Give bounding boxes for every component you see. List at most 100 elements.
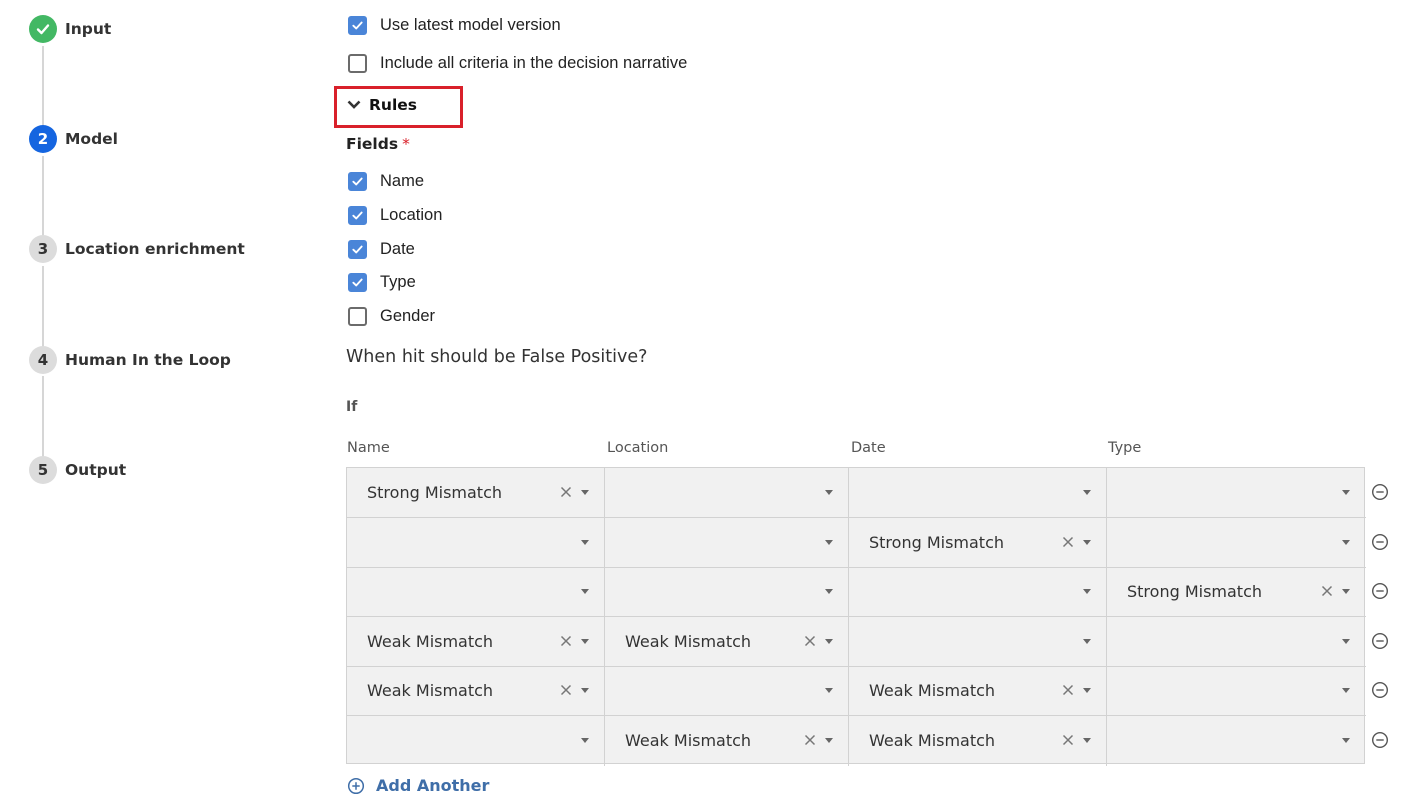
select-location[interactable]: Weak Mismatch bbox=[605, 716, 849, 766]
model-settings-panel: Use latest model version Include all cri… bbox=[334, 0, 1412, 806]
caret-down-icon[interactable] bbox=[1083, 589, 1091, 594]
field-name-option[interactable]: Name bbox=[348, 169, 424, 193]
caret-down-icon[interactable] bbox=[825, 639, 833, 644]
rule-conditions-table: Strong Mismatch Strong Mismatch Strong Mis… bbox=[346, 467, 1366, 766]
caret-down-icon[interactable] bbox=[825, 688, 833, 693]
field-gender-option[interactable]: Gender bbox=[348, 304, 435, 328]
checkbox-checked-icon[interactable] bbox=[348, 239, 367, 259]
select-name[interactable] bbox=[347, 567, 605, 617]
column-header-date: Date bbox=[851, 440, 886, 456]
step-human-in-the-loop[interactable]: 4 Human In the Loop bbox=[29, 345, 231, 375]
clear-icon[interactable] bbox=[1061, 683, 1075, 697]
caret-down-icon[interactable] bbox=[825, 490, 833, 495]
caret-down-icon[interactable] bbox=[825, 589, 833, 594]
select-date[interactable] bbox=[849, 468, 1107, 518]
checkbox-checked-icon[interactable] bbox=[348, 205, 367, 225]
step-number: 4 bbox=[29, 346, 57, 374]
caret-down-icon[interactable] bbox=[581, 639, 589, 644]
clear-icon[interactable] bbox=[559, 683, 573, 697]
remove-row-icon[interactable] bbox=[1371, 582, 1389, 600]
select-location[interactable] bbox=[605, 666, 849, 716]
caret-down-icon[interactable] bbox=[1083, 540, 1091, 545]
select-type[interactable] bbox=[1107, 666, 1366, 716]
select-name[interactable]: Strong Mismatch bbox=[347, 468, 605, 518]
option-label: Include all criteria in the decision nar… bbox=[380, 53, 688, 72]
caret-down-icon[interactable] bbox=[581, 688, 589, 693]
caret-down-icon[interactable] bbox=[1083, 639, 1091, 644]
checkbox-checked-icon[interactable] bbox=[348, 272, 367, 292]
select-name[interactable]: Weak Mismatch bbox=[347, 617, 605, 667]
step-location-enrichment[interactable]: 3 Location enrichment bbox=[29, 234, 245, 264]
clear-icon[interactable] bbox=[1320, 584, 1334, 598]
remove-row-icon[interactable] bbox=[1371, 533, 1389, 551]
select-date[interactable] bbox=[849, 617, 1107, 667]
caret-down-icon[interactable] bbox=[1342, 540, 1350, 545]
field-location-option[interactable]: Location bbox=[348, 203, 442, 227]
clear-icon[interactable] bbox=[559, 485, 573, 499]
caret-down-icon[interactable] bbox=[1083, 490, 1091, 495]
select-value: Weak Mismatch bbox=[367, 632, 494, 651]
chevron-down-icon bbox=[347, 100, 361, 109]
checkbox-checked-icon[interactable] bbox=[348, 171, 367, 191]
select-type[interactable] bbox=[1107, 716, 1366, 766]
field-label: Gender bbox=[380, 306, 436, 325]
caret-down-icon[interactable] bbox=[1083, 688, 1091, 693]
clear-icon[interactable] bbox=[559, 634, 573, 648]
field-label: Name bbox=[380, 171, 425, 190]
caret-down-icon[interactable] bbox=[581, 540, 589, 545]
step-input[interactable]: Input bbox=[29, 14, 111, 44]
select-name[interactable] bbox=[347, 518, 605, 568]
field-label: Location bbox=[380, 205, 443, 224]
caret-down-icon[interactable] bbox=[1342, 688, 1350, 693]
rule-question: When hit should be False Positive? bbox=[346, 347, 648, 367]
remove-row-icon[interactable] bbox=[1371, 632, 1389, 650]
add-another-button[interactable]: Add Another bbox=[347, 776, 489, 795]
select-date[interactable]: Strong Mismatch bbox=[849, 518, 1107, 568]
field-date-option[interactable]: Date bbox=[348, 237, 415, 261]
caret-down-icon[interactable] bbox=[1342, 639, 1350, 644]
checkbox-unchecked-icon[interactable] bbox=[348, 53, 367, 73]
select-type[interactable]: Strong Mismatch bbox=[1107, 567, 1366, 617]
remove-row-icon[interactable] bbox=[1371, 483, 1389, 501]
step-number: 2 bbox=[29, 125, 57, 153]
step-model[interactable]: 2 Model bbox=[29, 124, 118, 154]
checkbox-checked-icon[interactable] bbox=[348, 15, 367, 35]
clear-icon[interactable] bbox=[803, 634, 817, 648]
remove-row-icon[interactable] bbox=[1371, 731, 1389, 749]
rules-section-toggle[interactable]: Rules bbox=[346, 96, 417, 114]
use-latest-model-option[interactable]: Use latest model version bbox=[348, 13, 561, 37]
select-date[interactable] bbox=[849, 567, 1107, 617]
include-all-criteria-option[interactable]: Include all criteria in the decision nar… bbox=[348, 51, 687, 75]
select-name[interactable] bbox=[347, 716, 605, 766]
caret-down-icon[interactable] bbox=[581, 738, 589, 743]
select-location[interactable]: Weak Mismatch bbox=[605, 617, 849, 667]
remove-row-icon[interactable] bbox=[1371, 681, 1389, 699]
select-location[interactable] bbox=[605, 468, 849, 518]
step-output[interactable]: 5 Output bbox=[29, 455, 126, 485]
select-date[interactable]: Weak Mismatch bbox=[849, 666, 1107, 716]
field-type-option[interactable]: Type bbox=[348, 270, 416, 294]
select-type[interactable] bbox=[1107, 617, 1366, 667]
select-type[interactable] bbox=[1107, 518, 1366, 568]
column-header-type: Type bbox=[1108, 440, 1142, 456]
caret-down-icon[interactable] bbox=[581, 490, 589, 495]
clear-icon[interactable] bbox=[1061, 535, 1075, 549]
caret-down-icon[interactable] bbox=[581, 589, 589, 594]
caret-down-icon[interactable] bbox=[1083, 738, 1091, 743]
select-location[interactable] bbox=[605, 518, 849, 568]
add-another-label: Add Another bbox=[376, 776, 490, 795]
caret-down-icon[interactable] bbox=[825, 540, 833, 545]
step-label: Location enrichment bbox=[65, 240, 245, 258]
clear-icon[interactable] bbox=[1061, 733, 1075, 747]
caret-down-icon[interactable] bbox=[1342, 589, 1350, 594]
caret-down-icon[interactable] bbox=[1342, 490, 1350, 495]
clear-icon[interactable] bbox=[803, 733, 817, 747]
select-name[interactable]: Weak Mismatch bbox=[347, 666, 605, 716]
select-type[interactable] bbox=[1107, 468, 1366, 518]
caret-down-icon[interactable] bbox=[1342, 738, 1350, 743]
checkbox-unchecked-icon[interactable] bbox=[348, 306, 367, 326]
select-value: Weak Mismatch bbox=[367, 681, 494, 700]
select-location[interactable] bbox=[605, 567, 849, 617]
caret-down-icon[interactable] bbox=[825, 738, 833, 743]
select-date[interactable]: Weak Mismatch bbox=[849, 716, 1107, 766]
